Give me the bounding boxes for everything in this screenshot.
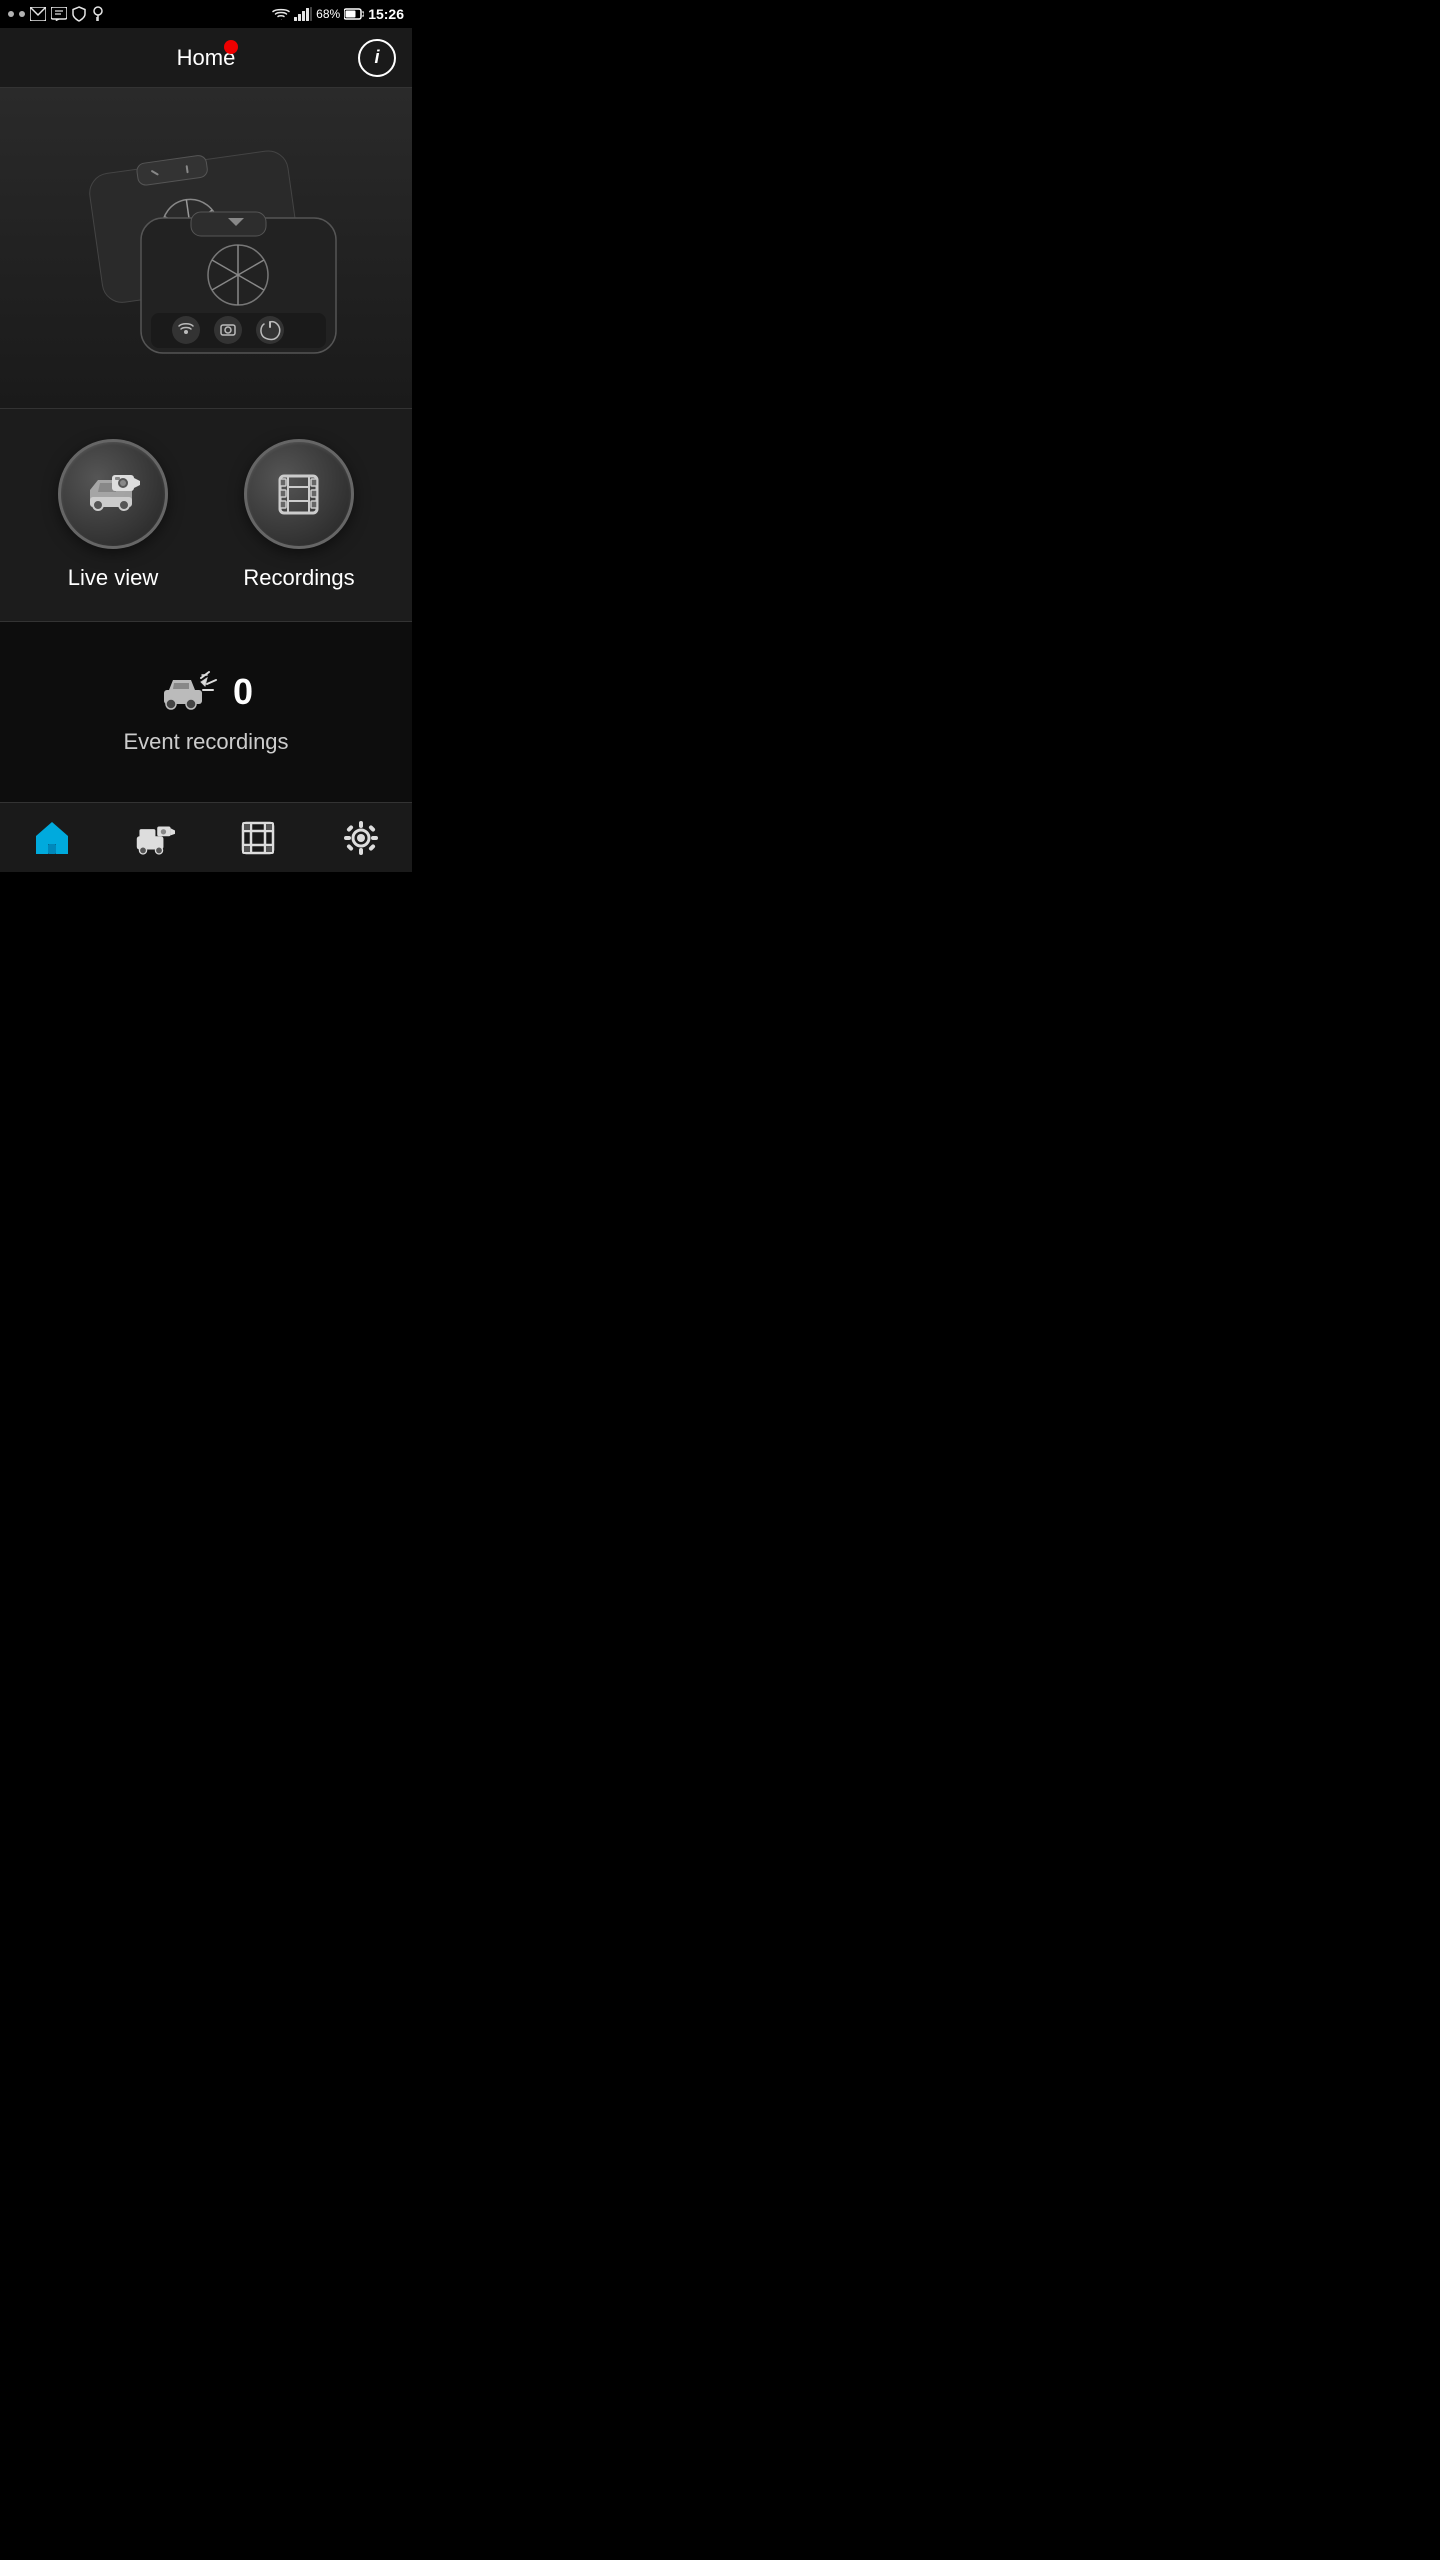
settings-nav-icon — [341, 818, 381, 858]
info-button[interactable]: i — [358, 39, 396, 77]
device-image-section — [0, 88, 412, 408]
dashcam-image — [0, 88, 412, 408]
status-bar-right: 68% 15:26 — [272, 6, 404, 22]
action-buttons-section: Live view — [0, 408, 412, 622]
nav-settings[interactable] — [309, 803, 412, 872]
dashcam-svg — [56, 128, 356, 368]
status-dot-2 — [19, 11, 25, 17]
nav-home[interactable] — [0, 803, 103, 872]
live-nav-icon — [135, 818, 175, 858]
live-view-icon-circle — [58, 439, 168, 549]
recordings-label: Recordings — [243, 565, 354, 591]
recording-indicator — [224, 40, 238, 54]
mail-icon — [30, 7, 46, 21]
nav-live[interactable] — [103, 803, 206, 872]
battery-percent: 68% — [316, 7, 340, 21]
event-count: 0 — [233, 671, 253, 713]
time-display: 15:26 — [368, 6, 404, 22]
event-recordings-label: Event recordings — [123, 729, 288, 755]
shield-icon — [72, 6, 86, 22]
recordings-nav-icon — [238, 818, 278, 858]
header: Home i — [0, 28, 412, 88]
status-dot-1 — [8, 11, 14, 17]
event-recordings-section[interactable]: 0 Event recordings — [0, 622, 412, 802]
bottom-navigation — [0, 802, 412, 872]
status-bar: 68% 15:26 — [0, 0, 412, 28]
recordings-button[interactable]: Recordings — [217, 439, 381, 591]
event-row: 0 — [159, 670, 253, 715]
home-nav-icon — [32, 818, 72, 858]
recordings-icon — [266, 462, 331, 527]
wifi-icon — [272, 7, 290, 21]
status-bar-left — [8, 6, 105, 22]
key-icon — [91, 6, 105, 22]
signal-icon — [294, 7, 312, 21]
recordings-icon-circle — [244, 439, 354, 549]
live-view-button[interactable]: Live view — [31, 439, 195, 591]
crash-icon — [159, 670, 219, 715]
message-icon — [51, 7, 67, 21]
nav-recordings[interactable] — [206, 803, 309, 872]
live-view-label: Live view — [68, 565, 158, 591]
battery-icon — [344, 8, 364, 20]
live-view-icon — [80, 462, 145, 527]
